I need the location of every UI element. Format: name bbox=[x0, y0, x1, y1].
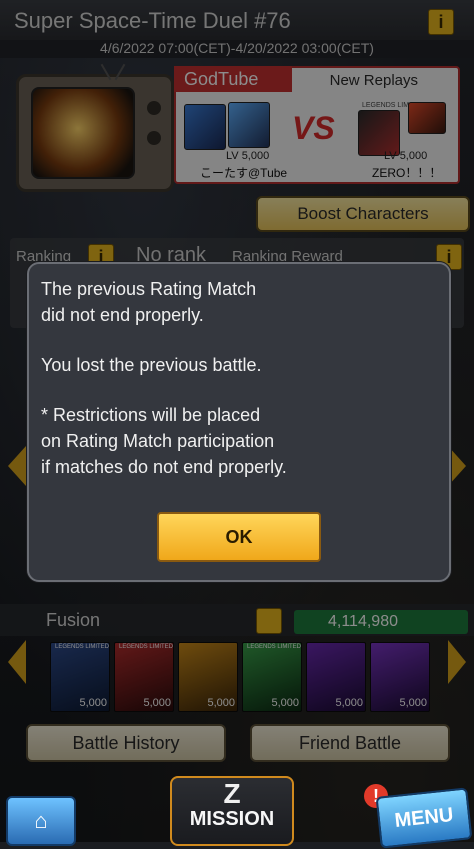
dialog-message-2: You lost the previous battle. bbox=[41, 355, 262, 375]
mission-label: MISSION bbox=[189, 808, 275, 830]
home-icon: ⌂ bbox=[34, 808, 48, 833]
menu-button[interactable]: MENU bbox=[375, 787, 473, 849]
error-dialog: The previous Rating Match did not end pr… bbox=[27, 262, 451, 582]
mission-button[interactable]: Z MISSION bbox=[170, 776, 294, 846]
ok-button[interactable]: OK bbox=[157, 512, 321, 562]
mission-z-icon: Z bbox=[223, 778, 241, 809]
home-button[interactable]: ⌂ bbox=[6, 796, 76, 846]
dialog-message-3: * Restrictions will be placed on Rating … bbox=[41, 405, 287, 477]
dialog-message-1: The previous Rating Match did not end pr… bbox=[41, 279, 257, 325]
